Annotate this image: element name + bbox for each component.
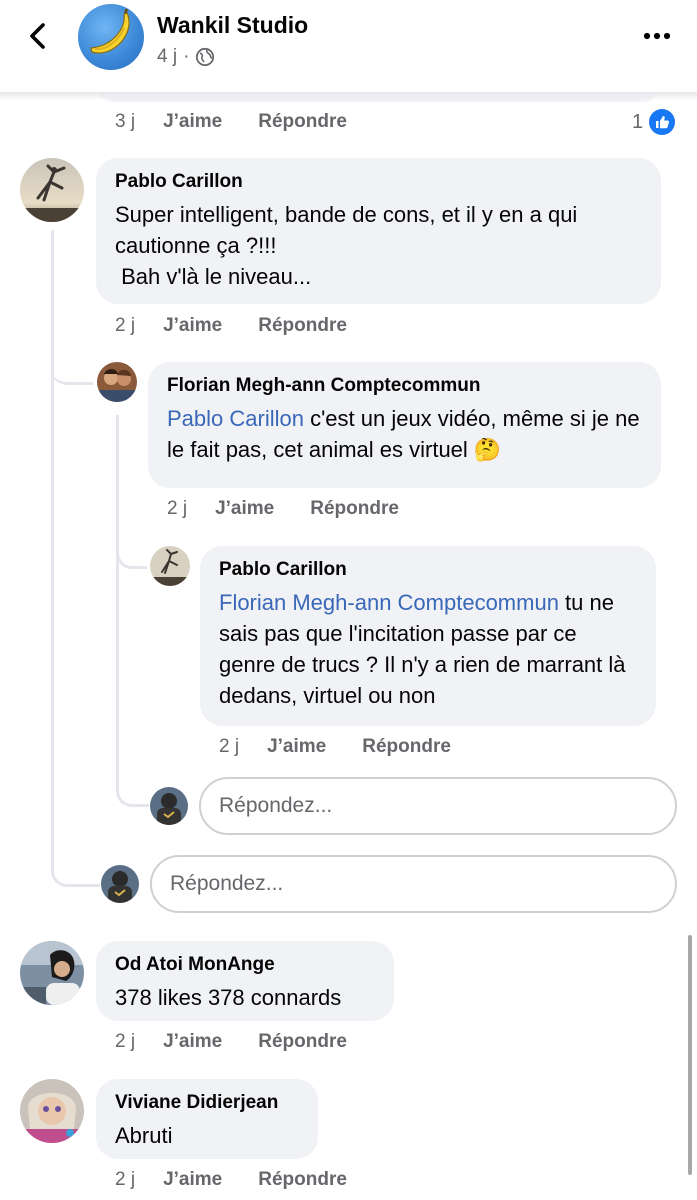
comment-actions: 2 j J’aime Répondre — [115, 313, 383, 339]
comment-author[interactable]: Pablo Carillon — [115, 170, 643, 194]
comment-author[interactable]: Viviane Didierjean — [115, 1091, 300, 1115]
header-shadow — [0, 92, 697, 100]
reply-time[interactable]: 2 j — [219, 736, 239, 758]
reply-author[interactable]: Pablo Carillon — [219, 558, 638, 582]
like-button[interactable]: J’aime — [163, 111, 222, 133]
avatar-image — [20, 941, 84, 1005]
previous-comment-actions: 3 j J’aime Répondre — [115, 109, 383, 135]
reply-input[interactable]: Répondez... — [150, 855, 677, 913]
comment-time[interactable]: 2 j — [115, 1169, 135, 1191]
comment-author[interactable]: Od Atoi MonAnge — [115, 953, 376, 977]
thread-line-main — [51, 230, 54, 860]
like-button[interactable]: J’aime — [163, 1169, 222, 1191]
mention-link[interactable]: Pablo Carillon — [167, 406, 304, 431]
current-user-avatar — [101, 865, 139, 903]
reply-button[interactable]: Répondre — [258, 111, 347, 133]
globe-icon — [196, 47, 215, 67]
reply-actions: 2 j J’aime Répondre — [167, 496, 435, 522]
avatar-pablo-small[interactable] — [150, 546, 190, 586]
reply-bubble: Pablo Carillon Florian Megh-ann Compteco… — [200, 546, 656, 726]
reply-button[interactable]: Répondre — [362, 736, 451, 758]
thread-line-nested — [116, 415, 119, 775]
avatar-od-atoi[interactable] — [20, 941, 84, 1005]
page-name[interactable]: Wankil Studio — [157, 12, 308, 39]
back-button[interactable] — [22, 18, 56, 54]
post-header: Wankil Studio 4 j · — [0, 0, 697, 92]
page-avatar[interactable] — [78, 4, 144, 70]
thread-connector-input1 — [51, 850, 100, 887]
avatar-image — [150, 546, 190, 586]
avatar-image — [101, 865, 139, 903]
banana-logo — [90, 9, 130, 54]
comments-screen: Wankil Studio 4 j · 3 j J’aime Répondre … — [0, 0, 697, 1200]
reply-author[interactable]: Florian Megh-ann Comptecommun — [167, 374, 643, 398]
scrollbar[interactable] — [688, 935, 692, 1175]
more-options-button[interactable] — [640, 24, 674, 48]
thread-connector-reply1 — [51, 350, 93, 385]
avatar-image — [20, 1079, 84, 1143]
reply-button[interactable]: Répondre — [258, 1169, 347, 1191]
thread-connector-reply2 — [116, 540, 147, 569]
more-dots-icon — [643, 32, 671, 40]
post-age[interactable]: 4 j — [157, 46, 177, 68]
reply-actions: 2 j J’aime Répondre — [219, 734, 487, 760]
comment-actions: 2 j J’aime Répondre — [115, 1029, 383, 1055]
post-meta: 4 j · — [157, 46, 215, 68]
comment-time[interactable]: 3 j — [115, 111, 135, 133]
avatar-image — [20, 158, 84, 222]
comment-actions: 2 j J’aime Répondre — [115, 1167, 383, 1193]
comment-text: Abruti — [115, 1123, 173, 1148]
comment-text: 378 likes 378 connards — [115, 985, 342, 1010]
thread-connector-input2 — [116, 772, 149, 807]
meta-separator: · — [183, 46, 190, 67]
avatar-image — [97, 362, 137, 402]
current-user-avatar — [150, 787, 188, 825]
comment-bubble: Od Atoi MonAnge 378 likes 378 connards — [96, 941, 394, 1021]
mention-link[interactable]: Florian Megh-ann Comptecommun — [219, 590, 559, 615]
reply-button[interactable]: Répondre — [310, 498, 399, 520]
like-button[interactable]: J’aime — [215, 498, 274, 520]
comment-bubble: Viviane Didierjean Abruti — [96, 1079, 318, 1159]
avatar-pablo[interactable] — [20, 158, 84, 222]
avatar-viviane[interactable] — [20, 1079, 84, 1143]
back-chevron-icon — [30, 23, 45, 49]
like-button[interactable]: J’aime — [163, 1031, 222, 1053]
reply-text: Florian Megh-ann Comptecommun tu ne sais… — [219, 587, 638, 711]
comment-text: Super intelligent, bande de cons, et il … — [115, 202, 578, 289]
reply-button[interactable]: Répondre — [258, 315, 347, 337]
like-thumb-icon — [649, 109, 676, 135]
reply-button[interactable]: Répondre — [258, 1031, 347, 1053]
avatar-florian[interactable] — [97, 362, 137, 402]
reply-placeholder: Répondez... — [219, 794, 333, 817]
avatar-image — [150, 787, 188, 825]
comment-time[interactable]: 2 j — [115, 315, 135, 337]
reaction-count[interactable]: 1 — [632, 108, 676, 136]
like-count-value: 1 — [632, 110, 644, 133]
reply-bubble: Florian Megh-ann Comptecommun Pablo Cari… — [148, 362, 661, 488]
reply-text: Pablo Carillon c'est un jeux vidéo, même… — [167, 403, 643, 465]
like-button[interactable]: J’aime — [163, 315, 222, 337]
comment-time[interactable]: 2 j — [115, 1031, 135, 1053]
like-button[interactable]: J’aime — [267, 736, 326, 758]
reply-time[interactable]: 2 j — [167, 498, 187, 520]
reply-placeholder: Répondez... — [170, 872, 284, 895]
nested-reply-input[interactable]: Répondez... — [199, 777, 677, 835]
comment-bubble: Pablo Carillon Super intelligent, bande … — [96, 158, 661, 304]
